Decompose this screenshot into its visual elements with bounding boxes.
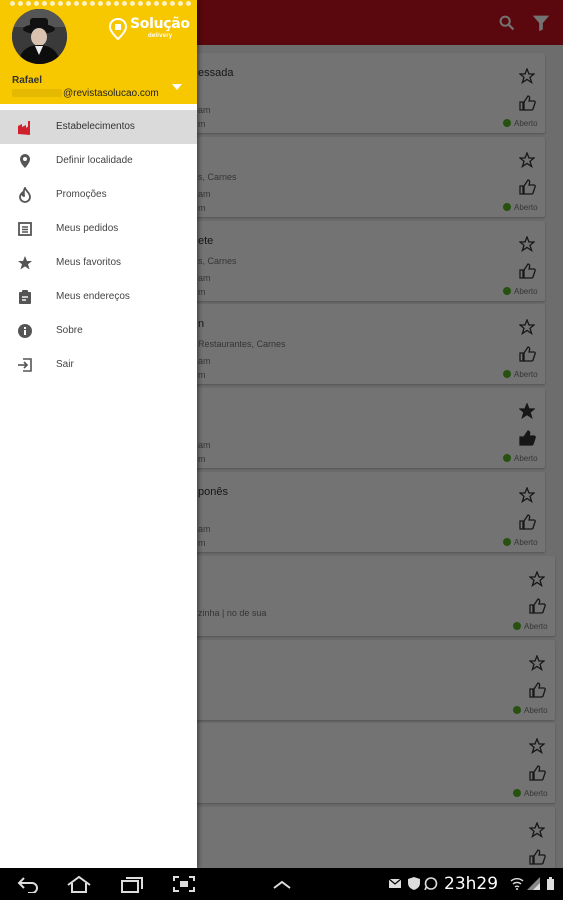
user-name: Rafael: [12, 75, 43, 86]
star-icon: [18, 256, 32, 270]
solucao-logo: Solução delivery: [108, 16, 190, 44]
expand-up-icon[interactable]: [271, 875, 293, 893]
list-icon: [18, 222, 32, 236]
menu-item-label: Sobre: [56, 325, 83, 336]
avatar[interactable]: [12, 9, 67, 64]
clock: 23h29: [444, 874, 499, 894]
exit-icon: [18, 358, 32, 372]
drawer-header: Solução delivery Rafael @revistasolucao.…: [0, 0, 197, 104]
drawer-menu: Estabelecimentos Definir localidade Prom…: [0, 110, 197, 382]
user-email: @revistasolucao.com: [12, 88, 159, 99]
screenshot-icon[interactable]: [172, 875, 196, 893]
menu-item-meus-favoritos[interactable]: Meus favoritos: [0, 246, 197, 280]
info-icon: [18, 324, 32, 338]
shield-icon: [408, 877, 420, 890]
menu-item-label: Estabelecimentos: [56, 121, 135, 132]
user-email-text: @revistasolucao.com: [63, 88, 159, 99]
menu-item-meus-enderecos[interactable]: Meus endereços: [0, 280, 197, 314]
account-dropdown-icon[interactable]: [172, 84, 182, 90]
status-notification-dots: [0, 0, 197, 8]
clipboard-icon: [19, 290, 31, 304]
recents-icon[interactable]: [120, 875, 144, 893]
logo-pin-icon: [108, 18, 128, 40]
logo-text: Solução: [130, 16, 190, 32]
home-icon[interactable]: [66, 875, 92, 893]
menu-item-label: Meus pedidos: [56, 223, 119, 234]
menu-item-label: Definir localidade: [56, 155, 133, 166]
logo-tagline: delivery: [148, 33, 173, 39]
whatsapp-icon: [424, 877, 438, 890]
location-pin-icon: [20, 154, 30, 168]
flame-icon: [19, 187, 31, 203]
menu-item-promocoes[interactable]: Promoções: [0, 178, 197, 212]
menu-item-estabelecimentos[interactable]: Estabelecimentos: [0, 110, 197, 144]
menu-item-label: Sair: [56, 359, 74, 370]
menu-item-label: Meus favoritos: [56, 257, 122, 268]
menu-item-label: Promoções: [56, 189, 107, 200]
store-icon: [18, 121, 30, 135]
wifi-icon: [510, 878, 524, 890]
back-icon[interactable]: [16, 875, 40, 893]
menu-item-sair[interactable]: Sair: [0, 348, 197, 382]
system-navigation-bar: 23h29: [0, 868, 563, 900]
menu-item-label: Meus endereços: [56, 291, 130, 302]
navigation-drawer: Solução delivery Rafael @revistasolucao.…: [0, 0, 197, 868]
menu-item-meus-pedidos[interactable]: Meus pedidos: [0, 212, 197, 246]
email-redaction: [12, 89, 62, 97]
menu-item-definir-localidade[interactable]: Definir localidade: [0, 144, 197, 178]
message-icon: [388, 878, 402, 888]
signal-icon: [527, 877, 540, 890]
menu-item-sobre[interactable]: Sobre: [0, 314, 197, 348]
battery-icon: [547, 877, 554, 890]
